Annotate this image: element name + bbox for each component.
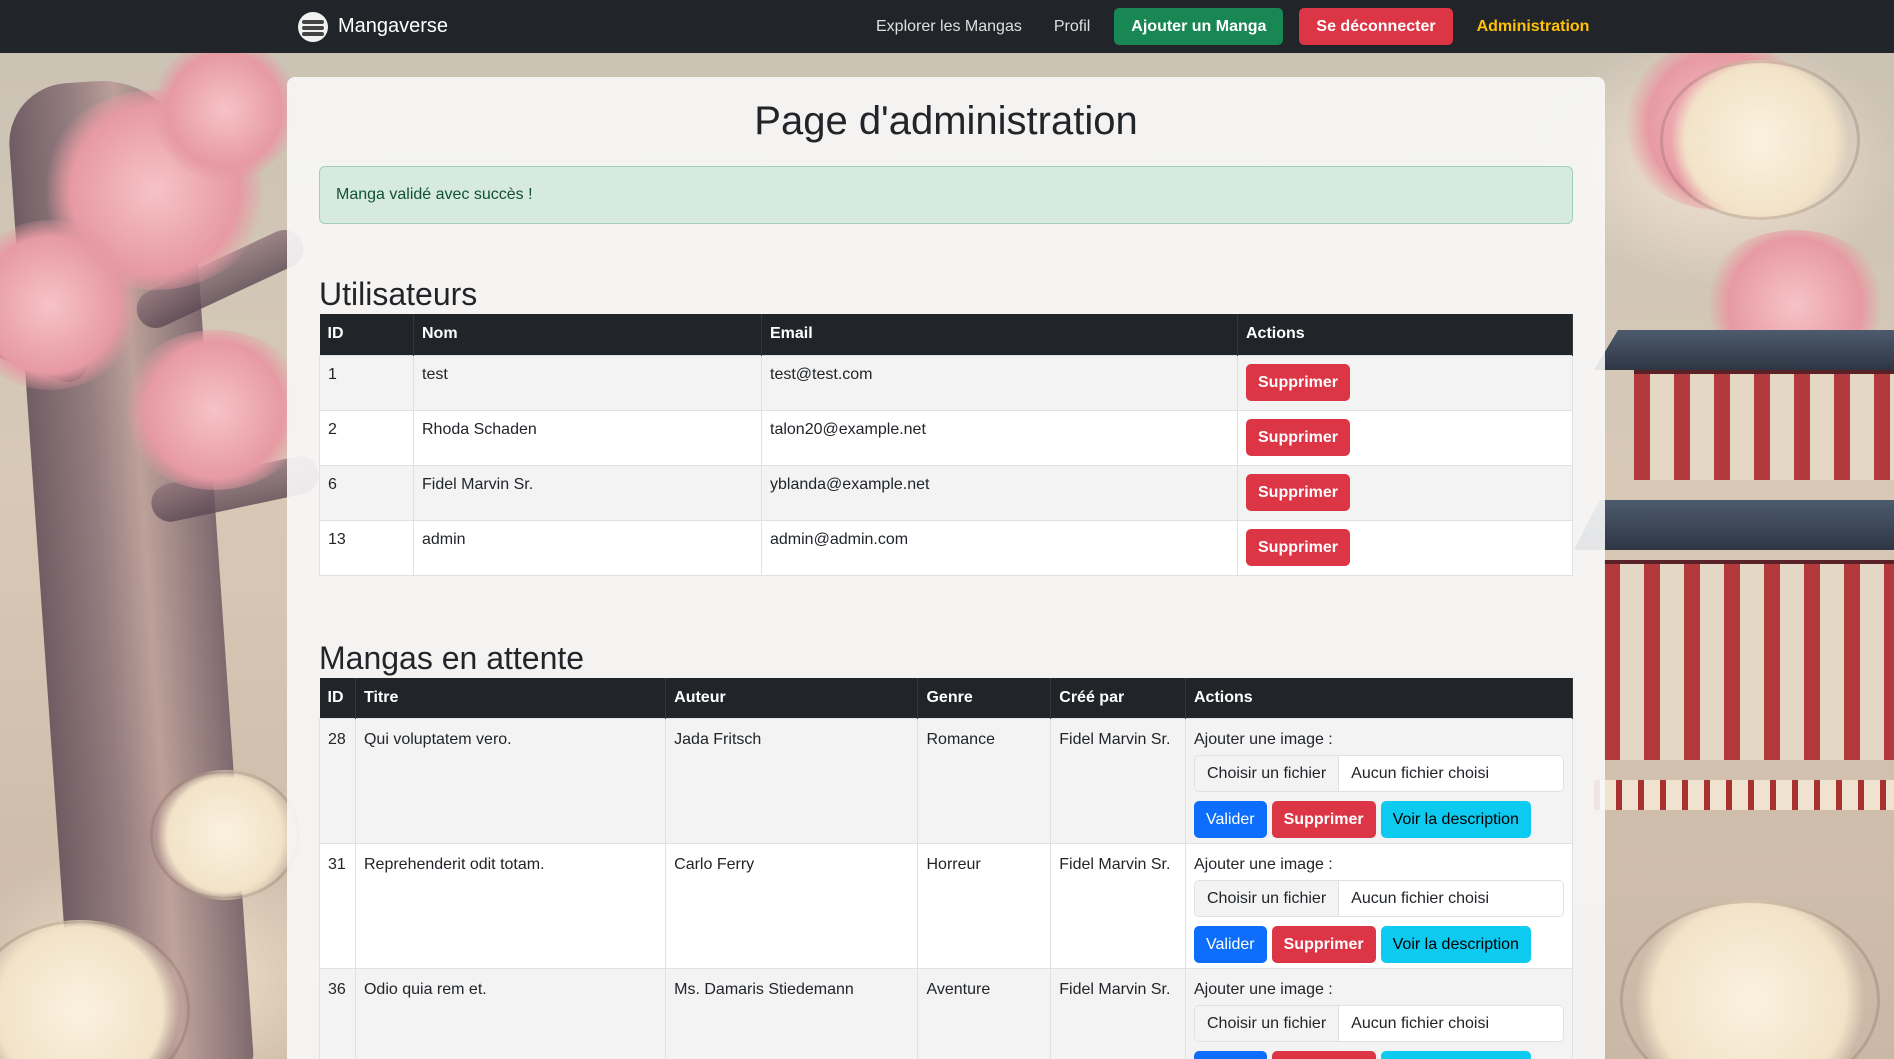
page-title: Page d'administration <box>754 99 1138 143</box>
col-header-created-by: Créé par <box>1050 677 1186 719</box>
delete-manga-button[interactable]: Supprimer <box>1271 926 1376 963</box>
delete-user-button[interactable]: Supprimer <box>1246 363 1351 401</box>
manga-genre: Romance <box>917 718 1052 844</box>
col-header-email: Email <box>761 314 1238 355</box>
nav-links: Explorer les Mangas Profil Ajouter un Ma… <box>860 0 1605 53</box>
col-header-actions: Actions <box>1237 314 1573 355</box>
manga-created-by: Fidel Marvin Sr. <box>1050 843 1186 969</box>
col-header-author: Auteur <box>665 677 919 719</box>
view-description-button[interactable]: Voir la description <box>1380 801 1531 838</box>
nav-link-administration[interactable]: Administration <box>1461 18 1606 36</box>
user-email: test@test.com <box>761 354 1238 411</box>
pending-mangas-table: ID Titre Auteur Genre Créé par Actions 2… <box>319 677 1573 1059</box>
manga-author: Ms. Damaris Stiedemann <box>665 968 919 1059</box>
manga-title: Qui voluptatem vero. <box>354 718 667 844</box>
table-row: 31 Reprehenderit odit totam. Carlo Ferry… <box>319 843 1573 969</box>
delete-user-button[interactable]: Supprimer <box>1246 528 1351 566</box>
table-row: 1 test test@test.com Supprimer <box>319 354 1573 411</box>
user-id: 6 <box>319 464 414 521</box>
manga-created-by: Fidel Marvin Sr. <box>1050 968 1186 1059</box>
table-row: 2 Rhoda Schaden talon20@example.net Supp… <box>319 409 1573 466</box>
user-name: admin <box>413 519 762 576</box>
image-file-input[interactable]: Choisir un fichier Aucun fichier choisi <box>1194 755 1564 792</box>
delete-user-button[interactable]: Supprimer <box>1246 418 1351 456</box>
users-section-title: Utilisateurs <box>319 276 478 312</box>
brand-link[interactable]: Mangaverse <box>298 10 448 43</box>
add-image-label: Ajouter une image : <box>1194 731 1333 748</box>
mangas-table-header: ID Titre Auteur Genre Créé par Actions <box>319 677 1573 719</box>
admin-container: Page d'administration Manga validé avec … <box>287 77 1605 1059</box>
manga-action-buttons: Valider Supprimer Voir la description <box>1194 926 1564 963</box>
col-header-name: Nom <box>413 314 762 355</box>
user-name: test <box>413 354 762 411</box>
user-id: 2 <box>319 409 414 466</box>
user-actions-cell: Supprimer <box>1237 519 1573 576</box>
choose-file-button[interactable]: Choisir un fichier <box>1195 1006 1340 1041</box>
table-row: 36 Odio quia rem et. Ms. Damaris Stiedem… <box>319 968 1573 1059</box>
user-email: talon20@example.net <box>761 409 1238 466</box>
delete-manga-button[interactable]: Supprimer <box>1271 801 1376 838</box>
user-email: admin@admin.com <box>761 519 1238 576</box>
manga-title: Odio quia rem et. <box>354 968 667 1059</box>
col-header-id: ID <box>319 677 356 719</box>
add-manga-button[interactable]: Ajouter un Manga <box>1114 8 1284 45</box>
user-actions-cell: Supprimer <box>1237 409 1573 466</box>
manga-action-buttons: Valider Supprimer Voir la description <box>1194 801 1564 838</box>
view-description-button[interactable]: Voir la description <box>1380 1051 1531 1059</box>
manga-id: 36 <box>319 968 356 1059</box>
manga-id: 28 <box>319 718 356 844</box>
file-name-display: Aucun fichier choisi <box>1351 764 1489 782</box>
success-alert: Manga validé avec succès ! <box>319 166 1573 224</box>
brand-logo-icon <box>298 11 328 42</box>
choose-file-button[interactable]: Choisir un fichier <box>1195 756 1340 791</box>
image-file-input[interactable]: Choisir un fichier Aucun fichier choisi <box>1194 1005 1564 1042</box>
manga-actions-cell: Ajouter une image : Choisir un fichier A… <box>1185 968 1573 1059</box>
validate-manga-button[interactable]: Valider <box>1194 1051 1267 1059</box>
manga-genre: Horreur <box>917 843 1052 969</box>
alert-message: Manga validé avec succès ! <box>336 186 533 203</box>
add-image-label: Ajouter une image : <box>1194 856 1333 873</box>
brand-name: Mangaverse <box>338 15 449 37</box>
manga-genre: Aventure <box>917 968 1052 1059</box>
users-table-header: ID Nom Email Actions <box>319 314 1573 355</box>
manga-action-buttons: Valider Supprimer Voir la description <box>1194 1051 1564 1059</box>
nav-link-explore[interactable]: Explorer les Mangas <box>860 18 1038 36</box>
delete-user-button[interactable]: Supprimer <box>1246 473 1351 511</box>
users-table: ID Nom Email Actions 1 test test@test.co… <box>319 314 1573 576</box>
add-image-label: Ajouter une image : <box>1194 981 1333 998</box>
choose-file-button[interactable]: Choisir un fichier <box>1195 881 1340 916</box>
user-id: 1 <box>319 354 414 411</box>
user-id: 13 <box>319 519 414 576</box>
user-actions-cell: Supprimer <box>1237 354 1573 411</box>
manga-actions-cell: Ajouter une image : Choisir un fichier A… <box>1185 718 1573 844</box>
file-name-display: Aucun fichier choisi <box>1351 1014 1489 1032</box>
col-header-id: ID <box>319 314 414 355</box>
top-navbar: Mangaverse Explorer les Mangas Profil Aj… <box>0 0 1894 53</box>
image-file-input[interactable]: Choisir un fichier Aucun fichier choisi <box>1194 880 1564 917</box>
view-description-button[interactable]: Voir la description <box>1380 926 1531 963</box>
manga-author: Carlo Ferry <box>665 843 919 969</box>
col-header-actions: Actions <box>1185 677 1573 719</box>
table-row: 6 Fidel Marvin Sr. yblanda@example.net S… <box>319 464 1573 521</box>
validate-manga-button[interactable]: Valider <box>1194 926 1267 963</box>
user-actions-cell: Supprimer <box>1237 464 1573 521</box>
user-name: Fidel Marvin Sr. <box>413 464 762 521</box>
user-email: yblanda@example.net <box>761 464 1238 521</box>
col-header-genre: Genre <box>917 677 1052 719</box>
delete-manga-button[interactable]: Supprimer <box>1271 1051 1376 1059</box>
validate-manga-button[interactable]: Valider <box>1194 801 1267 838</box>
table-row: 28 Qui voluptatem vero. Jada Fritsch Rom… <box>319 718 1573 844</box>
file-name-display: Aucun fichier choisi <box>1351 889 1489 907</box>
col-header-title: Titre <box>355 677 667 719</box>
manga-actions-cell: Ajouter une image : Choisir un fichier A… <box>1185 843 1573 969</box>
table-row: 13 admin admin@admin.com Supprimer <box>319 519 1573 576</box>
logout-button[interactable]: Se déconnecter <box>1299 8 1453 45</box>
manga-author: Jada Fritsch <box>665 718 919 844</box>
nav-link-profile[interactable]: Profil <box>1038 18 1106 36</box>
manga-id: 31 <box>319 843 356 969</box>
pending-mangas-section-title: Mangas en attente <box>319 639 585 676</box>
manga-title: Reprehenderit odit totam. <box>354 843 667 969</box>
user-name: Rhoda Schaden <box>413 409 762 466</box>
manga-created-by: Fidel Marvin Sr. <box>1050 718 1186 844</box>
